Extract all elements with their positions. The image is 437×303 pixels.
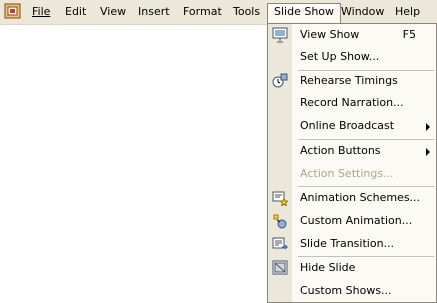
menu-help-label: Help xyxy=(395,5,421,18)
menu-insert[interactable]: Insert xyxy=(132,3,176,21)
submenu-arrow-icon xyxy=(426,148,430,156)
menu-tools-label: Tools xyxy=(233,5,261,18)
menu-item-label: Custom Shows... xyxy=(300,284,392,297)
menu-item-record-narration[interactable]: Record Narration... xyxy=(268,92,436,114)
slide-transition-icon xyxy=(272,236,289,252)
menu-view[interactable]: View xyxy=(94,3,132,21)
menu-item-action-settings[interactable]: Action Settings... xyxy=(268,163,436,185)
menu-bar: File Edit View Insert Format Tools Slide… xyxy=(0,0,437,25)
menu-slide-show-label: Slide Show xyxy=(274,5,335,18)
rehearse-timings-icon xyxy=(272,73,288,89)
menu-item-label: Animation Schemes... xyxy=(300,191,421,204)
menu-edit-label: Edit xyxy=(65,5,87,18)
menu-item-rehearse-timings[interactable]: Rehearse Timings xyxy=(268,70,436,92)
menu-item-custom-shows[interactable]: Custom Shows... xyxy=(268,280,436,302)
menu-item-hide-slide[interactable]: Hide Slide xyxy=(268,257,436,279)
menu-format[interactable]: Format xyxy=(177,3,228,21)
menu-format-label: Format xyxy=(183,5,222,18)
menu-item-label: View Show xyxy=(300,28,360,41)
menu-item-set-up-show[interactable]: Set Up Show... xyxy=(268,46,436,68)
custom-animation-icon xyxy=(272,213,288,229)
menu-insert-label: Insert xyxy=(138,5,170,18)
menu-item-slide-transition[interactable]: Slide Transition... xyxy=(268,233,436,255)
animation-schemes-icon xyxy=(272,190,290,208)
submenu-arrow-icon xyxy=(426,123,430,131)
menu-edit[interactable]: Edit xyxy=(59,3,92,21)
shortcut-label: F5 xyxy=(402,28,416,41)
menu-item-label: Hide Slide xyxy=(300,261,356,274)
menu-file-label: File xyxy=(32,5,51,18)
menu-file[interactable]: File xyxy=(26,3,56,21)
menu-tools[interactable]: Tools xyxy=(227,3,266,21)
projector-screen-icon xyxy=(272,27,288,43)
hide-slide-icon xyxy=(272,260,288,276)
menu-view-label: View xyxy=(100,5,127,18)
menu-item-online-broadcast[interactable]: Online Broadcast xyxy=(268,115,436,137)
menu-help[interactable]: Help xyxy=(389,3,426,21)
menu-item-custom-animation[interactable]: Custom Animation... xyxy=(268,210,436,232)
menu-item-label: Action Buttons xyxy=(300,144,381,157)
menu-item-label: Custom Animation... xyxy=(300,214,413,227)
menu-item-label: Slide Transition... xyxy=(300,237,395,250)
slide-show-dropdown-menu: View Show F5 Set Up Show... Rehearse Tim… xyxy=(267,23,437,303)
menu-item-action-buttons[interactable]: Action Buttons xyxy=(268,140,436,162)
menu-window-label: Window xyxy=(341,5,385,18)
menu-item-label: Record Narration... xyxy=(300,96,404,109)
menu-item-label: Set Up Show... xyxy=(300,50,380,63)
menu-window[interactable]: Window xyxy=(335,3,390,21)
menu-item-animation-schemes[interactable]: Animation Schemes... xyxy=(268,187,436,209)
menu-item-label: Action Settings... xyxy=(300,167,394,180)
menu-item-label: Online Broadcast xyxy=(300,119,395,132)
menu-slide-show[interactable]: Slide Show xyxy=(267,3,342,24)
menu-item-view-show[interactable]: View Show F5 xyxy=(268,24,436,46)
powerpoint-document-icon[interactable] xyxy=(4,3,22,20)
menu-item-label: Rehearse Timings xyxy=(300,74,398,87)
